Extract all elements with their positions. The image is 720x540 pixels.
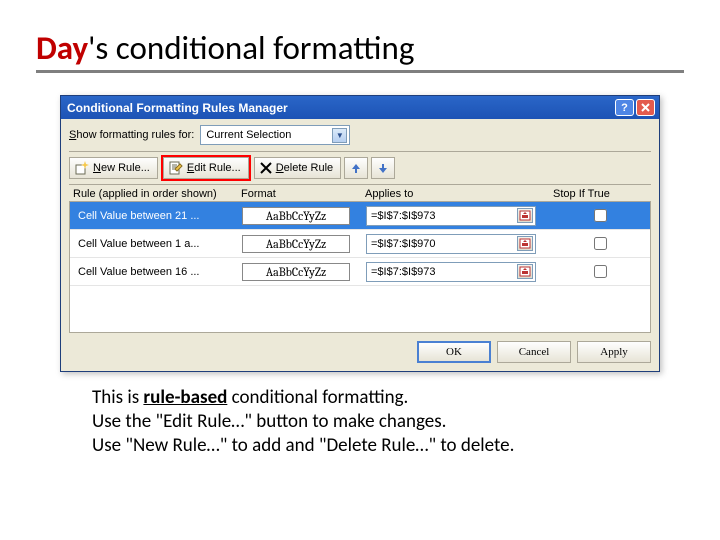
range-selector-icon[interactable] [517,236,533,251]
edit-rule-icon [169,161,183,175]
help-button[interactable]: ? [615,99,634,116]
show-rules-label: Show formatting rules for: [69,129,194,141]
new-rule-icon [75,161,89,175]
rule-name: Cell Value between 1 a... [70,238,238,250]
close-icon [641,103,650,112]
rules-manager-dialog: Conditional Formatting Rules Manager ? S… [60,95,660,372]
delete-icon [260,162,272,174]
column-headers: Rule (applied in order shown) Format App… [69,185,651,201]
col-header-format: Format [241,188,365,200]
stop-if-true-checkbox[interactable] [594,209,607,222]
close-button[interactable] [636,99,655,116]
show-rules-dropdown[interactable]: Current Selection ▼ [200,125,350,145]
stop-if-true-checkbox[interactable] [594,265,607,278]
show-rules-value: Current Selection [206,129,291,141]
move-down-button[interactable] [371,157,395,179]
ok-button[interactable]: OK [417,341,491,363]
table-row[interactable]: Cell Value between 1 a... AaBbCcYyZz =$I$7… [70,230,650,258]
col-header-rule: Rule (applied in order shown) [73,188,241,200]
table-row[interactable]: Cell Value between 16 ... AaBbCcYyZz =$I$7… [70,258,650,286]
table-row[interactable]: Cell Value between 21 ... AaBbCcYyZz =$I$7… [70,202,650,230]
col-header-stop: Stop If True [553,188,651,200]
slide-title: Day's conditional formatting [36,28,684,73]
dialog-footer: OK Cancel Apply [69,333,651,363]
rules-list: Cell Value between 21 ... AaBbCcYyZz =$I$7… [69,201,651,333]
caption: This is rule-based conditional formattin… [92,386,684,457]
apply-button[interactable]: Apply [577,341,651,363]
rule-name: Cell Value between 21 ... [70,210,238,222]
chevron-down-icon: ▼ [332,128,347,143]
dialog-title: Conditional Formatting Rules Manager [67,101,288,115]
format-preview: AaBbCcYyZz [242,235,350,253]
toolbar: New Rule... Edit Rule... Delete Rule [69,151,651,185]
range-selector-icon[interactable] [517,208,533,223]
format-preview: AaBbCcYyZz [242,207,350,225]
edit-rule-highlight: Edit Rule... [161,155,251,181]
cancel-button[interactable]: Cancel [497,341,571,363]
range-selector-icon[interactable] [517,264,533,279]
arrow-down-icon [377,162,389,174]
format-preview: AaBbCcYyZz [242,263,350,281]
stop-if-true-checkbox[interactable] [594,237,607,250]
rule-name: Cell Value between 16 ... [70,266,238,278]
applies-to-input[interactable]: =$I$7:$I$973 [366,262,536,282]
applies-to-input[interactable]: =$I$7:$I$973 [366,206,536,226]
title-suffix: 's conditional formatting [88,28,414,68]
applies-to-input[interactable]: =$I$7:$I$970 [366,234,536,254]
caption-emphasis: rule-based [143,386,227,409]
arrow-up-icon [350,162,362,174]
new-rule-button[interactable]: New Rule... [69,157,158,179]
delete-rule-button[interactable]: Delete Rule [254,157,342,179]
move-up-button[interactable] [344,157,368,179]
title-prefix: Day [36,28,88,68]
col-header-applies: Applies to [365,188,553,200]
titlebar: Conditional Formatting Rules Manager ? [61,96,659,119]
edit-rule-button[interactable]: Edit Rule... [163,157,249,179]
